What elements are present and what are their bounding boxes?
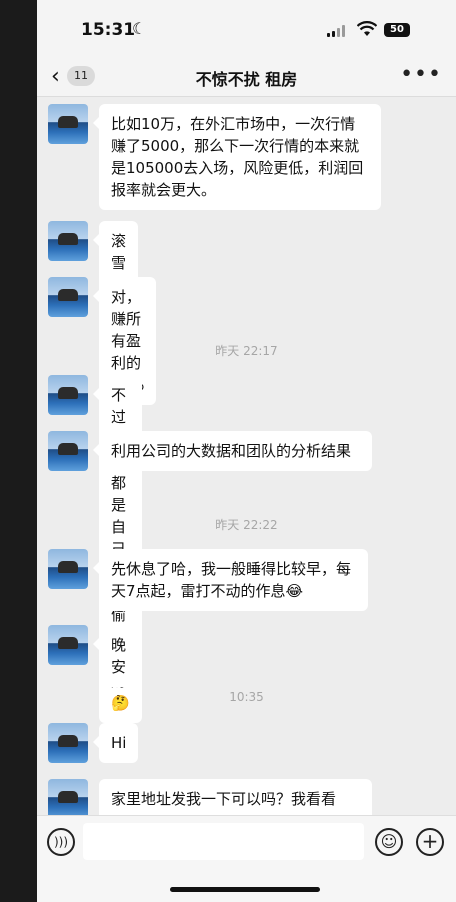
avatar[interactable] xyxy=(48,277,88,317)
avatar[interactable] xyxy=(48,104,88,144)
emoji-icon[interactable]: ☺ xyxy=(375,828,403,856)
message-bubble[interactable]: Hi xyxy=(92,723,139,763)
status-time: 15:31 xyxy=(81,20,136,40)
timestamp: 10:35 xyxy=(229,690,264,704)
nav-bar: ‹ 11 不惊不扰 租房 ••• xyxy=(37,58,456,97)
input-bar: ))) ☺ + xyxy=(37,815,456,902)
avatar[interactable] xyxy=(48,431,88,471)
voice-icon[interactable]: ))) xyxy=(47,828,75,856)
message-bubble[interactable]: 利用公司的大数据和团队的分析结果 xyxy=(93,431,372,471)
message-bubble[interactable]: 比如10万，在外汇市场中，一次行情赚了5000，那么下一次行情的本来就是1050… xyxy=(93,104,381,210)
home-indicator xyxy=(170,887,320,892)
chat-title: 不惊不扰 租房 xyxy=(195,70,298,89)
avatar[interactable] xyxy=(48,221,88,261)
battery-icon: 50 xyxy=(384,23,410,37)
chat-screen: 15:31 ☾ 50 ‹ 11 不惊不扰 租房 ••• 比如10万，在外汇市场中… xyxy=(37,0,456,902)
avatar[interactable] xyxy=(48,375,88,415)
status-bar: 15:31 ☾ 50 xyxy=(37,0,456,58)
wifi-icon xyxy=(357,21,377,36)
avatar[interactable] xyxy=(48,779,88,819)
moon-icon: ☾ xyxy=(132,19,147,38)
avatar[interactable] xyxy=(48,723,88,763)
plus-icon[interactable]: + xyxy=(416,828,444,856)
avatar[interactable] xyxy=(48,625,88,665)
avatar[interactable] xyxy=(48,549,88,589)
timestamp: 昨天 22:22 xyxy=(215,518,278,532)
timestamp: 昨天 22:17 xyxy=(215,344,278,358)
signal-icon xyxy=(327,25,349,37)
message-bubble[interactable]: 先休息了哈，我一般睡得比较早，每天7点起，雷打不动的作息😂 xyxy=(93,549,368,611)
message-input[interactable] xyxy=(83,823,364,860)
more-icon[interactable]: ••• xyxy=(400,62,442,87)
message-bubble[interactable]: 晚安 xyxy=(92,625,139,687)
